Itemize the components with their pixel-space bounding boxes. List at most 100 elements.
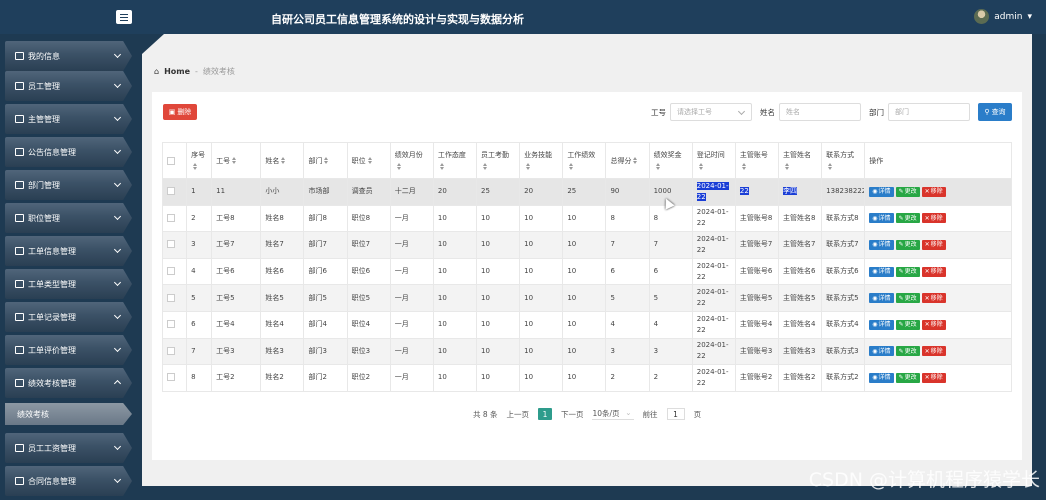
sidebar-item[interactable]: 工单记录管理: [5, 302, 132, 332]
sidebar-item[interactable]: 我的信息: [5, 41, 132, 71]
remove-button[interactable]: ✕ 移除: [921, 346, 946, 357]
column-header[interactable]: 员工考勤: [476, 142, 521, 179]
edit-button[interactable]: ✎ 更改: [895, 239, 920, 250]
sort-icon[interactable]: [526, 163, 531, 170]
prev-page[interactable]: 上一页: [506, 409, 529, 420]
remove-button[interactable]: ✕ 移除: [921, 319, 946, 330]
remove-button[interactable]: ✕ 移除: [921, 213, 946, 224]
sidebar-item[interactable]: 工单类型管理: [5, 269, 132, 299]
cell-value: 李四: [783, 187, 798, 196]
table-cell: 职位6: [346, 257, 391, 286]
sort-icon[interactable]: [232, 157, 237, 164]
column-header[interactable]: 职位: [346, 142, 391, 179]
row-checkbox[interactable]: [167, 240, 175, 249]
column-header[interactable]: 姓名: [260, 142, 305, 179]
row-checkbox[interactable]: [167, 213, 175, 222]
sort-icon[interactable]: [193, 163, 198, 170]
details-button[interactable]: ◉ 详情: [869, 293, 894, 304]
column-header[interactable]: 部门: [303, 142, 348, 179]
details-button[interactable]: ◉ 详情: [869, 372, 894, 383]
details-button[interactable]: ◉ 详情: [869, 346, 894, 357]
sidebar-item[interactable]: 职位管理: [5, 203, 132, 233]
sidebar-item[interactable]: 工单评价管理: [5, 335, 132, 365]
column-header[interactable]: 登记时间: [691, 142, 736, 179]
sort-icon[interactable]: [633, 157, 638, 164]
sort-icon[interactable]: [785, 163, 790, 170]
goto-input[interactable]: 1: [666, 408, 685, 420]
details-button[interactable]: ◉ 详情: [869, 239, 894, 250]
column-header[interactable]: 序号: [186, 142, 213, 179]
sidebar-item[interactable]: 公告信息管理: [5, 137, 132, 167]
column-header[interactable]: 主管姓名: [778, 142, 823, 179]
sidebar-item[interactable]: 合同信息管理: [5, 466, 132, 496]
remove-button[interactable]: ✕ 移除: [921, 293, 946, 304]
row-checkbox[interactable]: [167, 267, 175, 276]
sort-icon[interactable]: [698, 163, 704, 170]
sidebar-item[interactable]: 员工管理: [5, 71, 132, 101]
table-cell: 2: [605, 364, 650, 392]
sort-icon[interactable]: [828, 163, 833, 170]
column-header[interactable]: 联系方式: [821, 142, 866, 179]
edit-button[interactable]: ✎ 更改: [895, 293, 920, 304]
details-button[interactable]: ◉ 详情: [869, 319, 894, 330]
column-header[interactable]: 总得分: [605, 142, 650, 179]
sort-icon[interactable]: [281, 157, 286, 164]
table-cell: 10: [476, 284, 521, 312]
edit-button[interactable]: ✎ 更改: [895, 266, 920, 277]
select-all-checkbox[interactable]: [167, 156, 175, 165]
details-button[interactable]: ◉ 详情: [869, 213, 894, 224]
next-page[interactable]: 下一页: [561, 409, 584, 420]
sort-icon[interactable]: [324, 157, 329, 164]
column-header[interactable]: 工号: [211, 142, 262, 179]
remove-button[interactable]: ✕ 移除: [921, 186, 946, 197]
edit-button[interactable]: ✎ 更改: [895, 186, 920, 197]
edit-button[interactable]: ✎ 更改: [895, 372, 920, 383]
column-header[interactable]: 工作态度: [432, 142, 478, 179]
sort-icon[interactable]: [741, 163, 747, 170]
sidebar-item[interactable]: 工单信息管理: [5, 236, 132, 266]
page-size-select[interactable]: 10条/页 ⌄: [592, 408, 634, 420]
table-cell: 一月: [389, 364, 434, 392]
edit-button[interactable]: ✎ 更改: [895, 213, 920, 224]
row-checkbox[interactable]: [167, 293, 175, 302]
row-checkbox[interactable]: [167, 346, 175, 355]
delete-button[interactable]: ▣ 删除: [163, 104, 197, 120]
name-input[interactable]: 姓名: [779, 103, 861, 121]
row-checkbox[interactable]: [167, 373, 175, 382]
sidebar-item[interactable]: 绩效考核管理: [5, 368, 132, 398]
sort-icon[interactable]: [367, 157, 373, 164]
edit-button[interactable]: ✎ 更改: [895, 319, 920, 330]
column-header[interactable]: 业务技能: [519, 142, 564, 179]
remove-button[interactable]: ✕ 移除: [921, 372, 946, 383]
row-checkbox[interactable]: [167, 187, 175, 196]
search-button[interactable]: ⚲ 查询: [978, 103, 1012, 121]
sort-icon[interactable]: [569, 163, 574, 170]
sidebar-item[interactable]: 员工工资管理: [5, 433, 132, 463]
user-menu[interactable]: admin ▾: [974, 9, 1032, 24]
sort-icon[interactable]: [655, 163, 661, 170]
remove-button[interactable]: ✕ 移除: [921, 266, 946, 277]
sidebar-item[interactable]: 部门管理: [5, 170, 132, 200]
cell-value: 部门8: [308, 213, 327, 222]
row-checkbox[interactable]: [167, 320, 175, 329]
cell-value: 联系方式5: [826, 293, 859, 302]
breadcrumb-home[interactable]: Home: [164, 67, 190, 76]
dept-input[interactable]: 部门: [888, 103, 970, 121]
page-1[interactable]: 1: [537, 408, 552, 420]
remove-button[interactable]: ✕ 移除: [921, 239, 946, 250]
column-header[interactable]: 主管账号: [734, 142, 780, 179]
sidebar-subitem-performance[interactable]: 绩效考核: [5, 403, 132, 425]
job-no-select[interactable]: 请选择工号: [670, 103, 752, 121]
sort-icon[interactable]: [483, 163, 488, 170]
sort-icon[interactable]: [396, 163, 402, 170]
sidebar-item[interactable]: 主管管理: [5, 104, 132, 134]
column-header[interactable]: 工作绩效: [562, 142, 607, 179]
cell-value: 10: [567, 346, 577, 355]
sort-icon[interactable]: [439, 163, 445, 170]
menu-toggle-icon[interactable]: [116, 10, 132, 24]
edit-button[interactable]: ✎ 更改: [895, 346, 920, 357]
column-header[interactable]: 绩效奖金: [648, 142, 693, 179]
column-header[interactable]: 绩效月份: [389, 142, 434, 179]
details-button[interactable]: ◉ 详情: [869, 266, 894, 277]
details-button[interactable]: ◉ 详情: [869, 186, 894, 197]
